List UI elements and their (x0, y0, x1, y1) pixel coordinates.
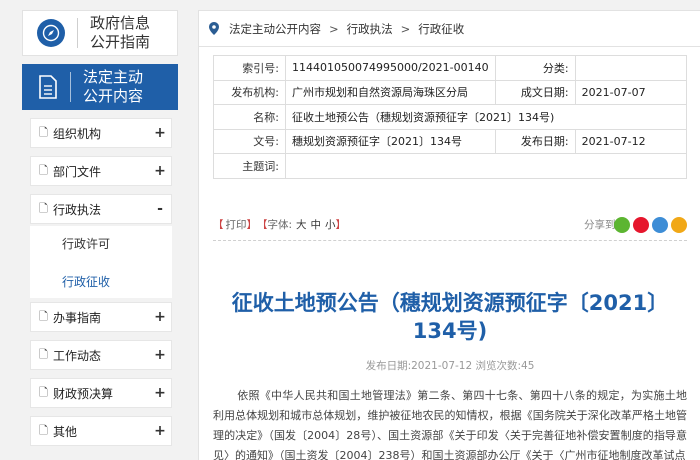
views-value: 45 (521, 360, 535, 372)
menu-item-label: 组织机构 (53, 126, 102, 141)
bracket: 】 (335, 219, 347, 231)
doc-icon: 🗋 (39, 163, 48, 177)
bracket: 【 (257, 219, 268, 231)
legal-title-line2: 公开内容 (83, 87, 144, 105)
doc-icon: 🗋 (39, 201, 48, 215)
breadcrumb-item-admin-levy[interactable]: 行政征收 (418, 21, 464, 37)
breadcrumb-item-legal-content[interactable]: 法定主动公开内容 (229, 21, 321, 37)
divider (77, 18, 78, 48)
expand-icon[interactable]: + (149, 309, 171, 325)
weibo-icon[interactable] (633, 217, 649, 233)
compass-icon (37, 19, 65, 47)
bracket: 【 (213, 219, 224, 231)
bracket: 】 (246, 219, 258, 231)
doc-name-label: 名称: (213, 104, 286, 130)
written-date-label: 成文日期: (494, 79, 576, 105)
legal-public-content-header[interactable]: 法定主动 公开内容 (22, 64, 178, 110)
menu-item-label: 工作动态 (53, 348, 102, 363)
print-button[interactable]: 打印 (226, 217, 247, 232)
menu-item-work-news[interactable]: 🗋 工作动态 + (30, 340, 172, 370)
index-number-value: 114401050074995000/2021-00140 (285, 55, 496, 81)
expand-icon[interactable]: + (149, 125, 171, 141)
submenu-item-admin-license[interactable]: 行政许可 (62, 235, 110, 252)
document-icon (38, 75, 58, 99)
pub-date-label: 发布日期: (365, 360, 412, 372)
publish-date-value: 2021-07-12 (574, 128, 688, 154)
doc-icon: 🗋 (39, 347, 48, 361)
expand-icon[interactable]: + (149, 347, 171, 363)
keywords-value (285, 153, 687, 179)
legal-title-line1: 法定主动 (83, 68, 144, 86)
font-large-button[interactable]: 大 (296, 217, 307, 232)
pub-date-value: 2021-07-12 (411, 360, 473, 372)
views-label: 浏览次数: (475, 360, 522, 372)
category-value (574, 55, 688, 81)
font-size-label: 字体: (267, 219, 293, 231)
guide-title-line2: 公开指南 (90, 33, 151, 51)
menu-item-label: 行政执法 (53, 202, 102, 217)
menu-item-other[interactable]: 🗋 其他 + (30, 416, 172, 446)
menu-item-label: 其他 (53, 424, 78, 439)
qzone-icon[interactable] (652, 217, 668, 233)
keywords-label: 主题词: (213, 153, 286, 179)
doc-number-label: 文号: (213, 128, 286, 154)
qq-icon[interactable] (671, 217, 687, 233)
gov-info-guide-title: 政府信息 公开指南 (90, 14, 170, 52)
location-pin-icon (209, 22, 219, 35)
submenu-item-admin-levy[interactable]: 行政征收 (62, 273, 110, 290)
doc-icon: 🗋 (39, 309, 48, 323)
menu-item-organization[interactable]: 🗋 组织机构 + (30, 118, 172, 148)
menu-item-admin-enforcement[interactable]: 🗋 行政执法 - (30, 194, 172, 224)
breadcrumb-item-admin-enforcement[interactable]: 行政执法 (347, 21, 393, 37)
menu-item-dept-files[interactable]: 🗋 部门文件 + (30, 156, 172, 186)
menu-item-label: 财政预决算 (53, 386, 114, 401)
expand-icon[interactable]: + (149, 163, 171, 179)
issuing-org-label: 发布机构: (213, 79, 286, 105)
breadcrumb-separator: > (329, 21, 339, 36)
breadcrumb: 法定主动公开内容 > 行政执法 > 行政征收 (199, 11, 700, 47)
category-label: 分类: (494, 55, 576, 81)
article-toolbar: 【 打印 】 【 字体: 大 中 小 】 分享到: (213, 209, 687, 241)
main-content: 法定主动公开内容 > 行政执法 > 行政征收 索引号: 114401050074… (198, 10, 700, 460)
menu-item-label: 办事指南 (53, 310, 102, 325)
written-date-value: 2021-07-07 (574, 79, 688, 105)
menu-item-label: 部门文件 (53, 164, 102, 179)
share-icons (614, 217, 687, 233)
divider (70, 72, 71, 102)
legal-public-content-title: 法定主动 公开内容 (83, 68, 163, 106)
gov-info-guide-link[interactable]: 政府信息 公开指南 (22, 10, 178, 56)
expand-icon[interactable]: + (149, 385, 171, 401)
issuing-org-value: 广州市规划和自然资源局海珠区分局 (285, 79, 496, 105)
index-number-label: 索引号: (213, 55, 286, 81)
doc-icon: 🗋 (39, 423, 48, 437)
doc-icon: 🗋 (39, 125, 48, 139)
guide-title-line1: 政府信息 (90, 14, 151, 32)
breadcrumb-separator: > (400, 21, 411, 36)
menu-item-budget[interactable]: 🗋 财政预决算 + (30, 378, 172, 408)
font-medium-button[interactable]: 中 (311, 217, 322, 232)
publish-date-label: 发布日期: (494, 128, 576, 154)
menu-item-service-guide[interactable]: 🗋 办事指南 + (30, 302, 172, 332)
expand-icon[interactable]: + (149, 423, 171, 439)
collapse-icon[interactable]: - (149, 201, 171, 217)
document-metadata-table: 索引号: 114401050074995000/2021-00140 分类: 发… (213, 55, 688, 179)
article-title: 征收土地预公告（穗规划资源预征字〔2021〕134号) (231, 291, 669, 343)
font-small-button[interactable]: 小 (325, 217, 336, 232)
doc-name-value: 征收土地预公告（穗规划资源预征字〔2021〕134号) (285, 104, 687, 130)
article-body: 依照《中华人民共和国土地管理法》第二条、第四十七条、第四十八条的规定，为实施土地… (213, 389, 687, 460)
doc-icon: 🗋 (39, 385, 48, 399)
article-pub-info: 发布日期:2021-07-12 浏览次数:45 (213, 358, 687, 373)
wechat-icon[interactable] (614, 217, 630, 233)
doc-number-value: 穗规划资源预征字〔2021〕134号 (285, 128, 496, 154)
